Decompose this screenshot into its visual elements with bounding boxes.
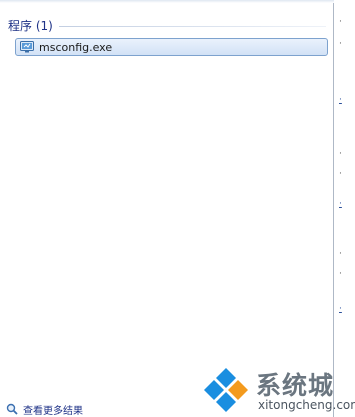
system-config-icon — [20, 41, 34, 53]
see-more-results-link[interactable]: 查看更多结果 — [6, 402, 83, 417]
site-watermark: 系统城 xitongcheng.com — [200, 364, 355, 417]
programs-group-header: 程序 (1) — [8, 16, 326, 34]
bg-text-fragment: · — [339, 269, 342, 279]
bg-text-fragment: · — [339, 249, 342, 259]
search-icon — [6, 403, 18, 415]
watermark-url: xitongcheng.com — [258, 398, 355, 412]
bg-link-fragment: · — [339, 199, 342, 209]
group-divider — [58, 25, 326, 27]
panel-top-edge — [0, 0, 334, 3]
start-menu-search-panel: 程序 (1) msconfig.exe 查看更多结果 — [0, 0, 334, 417]
watermark-name: 系统城 — [256, 371, 335, 400]
bg-text-fragment: · — [339, 169, 342, 179]
background-document-strip: · · · · · · · · · — [335, 0, 355, 417]
bg-link-fragment: · — [339, 304, 342, 314]
xitongcheng-logo-icon — [204, 368, 248, 412]
search-result-label: msconfig.exe — [39, 40, 113, 54]
bg-link-fragment: · — [339, 95, 342, 105]
bg-text-fragment: · — [339, 17, 342, 27]
programs-group-title: 程序 (1) — [8, 18, 53, 33]
bg-text-fragment: · — [339, 39, 342, 49]
see-more-results-label: 查看更多结果 — [23, 405, 83, 417]
search-result-msconfig[interactable]: msconfig.exe — [15, 38, 328, 56]
bg-text-fragment: · — [339, 149, 342, 159]
